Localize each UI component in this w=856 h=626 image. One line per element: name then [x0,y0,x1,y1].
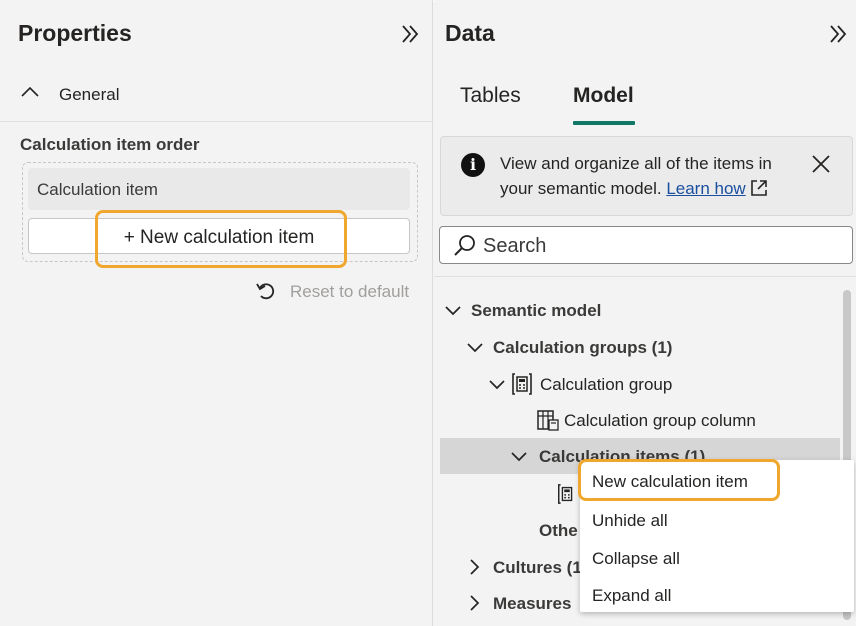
learn-how-link[interactable]: Learn how [666,179,745,198]
tree-item-calculation-group[interactable]: Calculation group [440,366,840,402]
menu-item-unhide-all[interactable]: Unhide all [580,501,854,537]
pane-divider [434,276,856,277]
calculation-item-icon [558,484,573,504]
menu-item-label: Unhide all [592,511,668,530]
collapse-pane-icon[interactable] [826,22,850,46]
tree-item-other[interactable]: Othe [440,512,580,548]
chevron-down-icon [467,343,483,353]
menu-item-label: Collapse all [592,549,680,568]
external-link-icon[interactable] [750,179,768,197]
chevron-up-icon [21,86,39,97]
chevron-right-icon [470,595,480,611]
tree-item-measures[interactable]: Measures [440,585,580,621]
chevron-down-icon [511,452,527,462]
tree-item-cultures[interactable]: Cultures (1 [440,549,582,585]
calculation-item-label: Calculation item [37,180,158,199]
calculation-column-icon [537,410,559,431]
properties-pane: Properties General Calculation item orde… [0,0,433,626]
tree-label: Calculation groups (1) [493,338,673,357]
menu-item-new-calculation-item[interactable]: New calculation item [580,462,854,498]
tree-label: Cultures (1 [493,558,582,577]
menu-item-collapse-all[interactable]: Collapse all [580,539,854,575]
active-tab-indicator [573,121,635,125]
tree-item-calculation-item[interactable] [440,475,580,511]
reset-to-default-label: Reset to default [290,282,410,301]
chevron-right-icon [470,559,480,575]
general-section-label: General [59,85,120,104]
context-menu: New calculation item Unhide all Collapse… [580,460,854,612]
search-box[interactable] [439,226,853,264]
tab-tables[interactable]: Tables [460,84,521,108]
data-title: Data [445,20,495,46]
calculation-group-icon [512,373,532,395]
general-section-header[interactable]: General [0,70,433,122]
close-icon[interactable] [810,153,832,175]
tab-model[interactable]: Model [573,84,634,108]
tree-item-calculation-group-column[interactable]: Calculation group column [440,402,840,438]
tree-label: Measures [493,594,572,613]
new-calculation-item-button[interactable]: + New calculation item [28,218,410,254]
tree-label: Semantic model [471,301,602,320]
menu-item-expand-all[interactable]: Expand all [580,576,854,612]
search-icon [454,235,475,256]
info-text: View and organize all of the items in yo… [500,151,800,201]
tree-label: Calculation group column [564,411,756,430]
tree-item-semantic-model[interactable]: Semantic model [440,292,840,328]
menu-item-label: New calculation item [592,472,748,491]
calculation-item-entry[interactable]: Calculation item [28,168,410,210]
new-calculation-item-label: + New calculation item [123,227,315,248]
search-input[interactable] [483,233,843,259]
collapse-pane-icon[interactable] [398,22,422,46]
menu-item-label: Expand all [592,586,672,605]
chevron-down-icon [445,306,461,316]
tree-label: Othe [539,521,578,540]
reset-icon [256,283,275,300]
tree-label: Calculation group [540,375,673,394]
properties-title: Properties [18,20,132,46]
info-icon: i [461,153,485,177]
chevron-down-icon [489,380,505,390]
calculation-item-order-label: Calculation item order [20,135,200,154]
tree-item-calculation-groups[interactable]: Calculation groups (1) [440,329,840,365]
info-banner: i View and organize all of the items in … [440,136,853,216]
